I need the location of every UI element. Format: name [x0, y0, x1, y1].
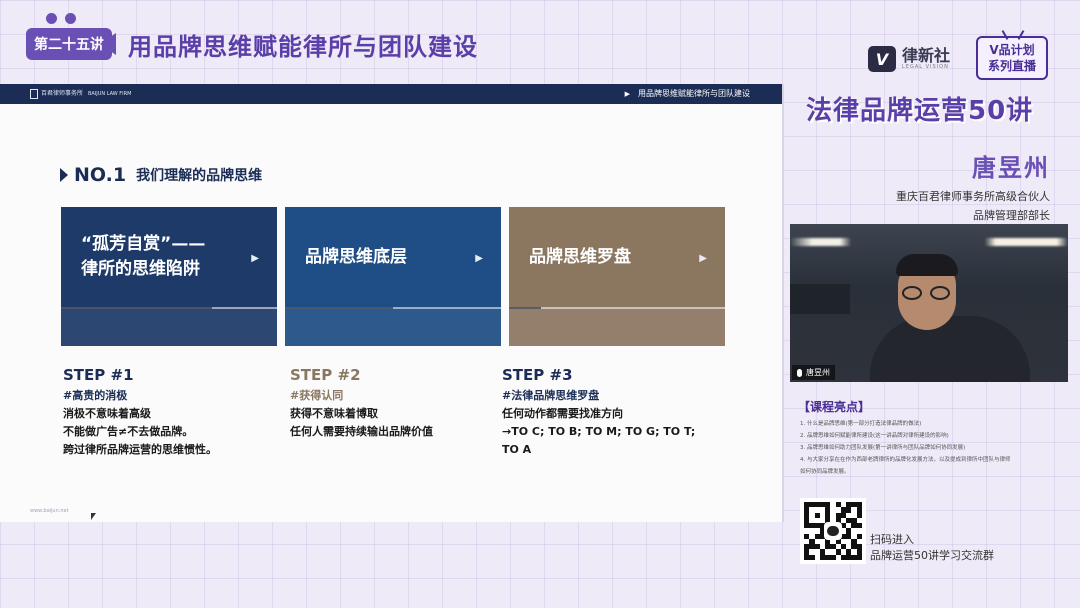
card-footer-band — [61, 309, 277, 346]
brand-subtitle: LEGAL VISION — [902, 64, 949, 70]
tv-antenna-icon — [1017, 30, 1025, 40]
card-line-1: 品牌思维罗盘 — [529, 246, 631, 267]
highlights-list: 1. 什么是品牌思维(第一部分打造法律品牌的做法) 2. 品牌思维如何赋能律所建… — [800, 418, 1070, 478]
vplan-line-2: 系列直播 — [987, 59, 1036, 73]
step-heading: #法律品牌思维罗盘 — [502, 389, 600, 402]
video-person-glasses — [902, 286, 954, 300]
highlight-item: 2. 品牌思维如何赋能律所建设(这一讲品牌对律所建设的影响) — [800, 433, 949, 439]
highlight-item: 1. 什么是品牌思维(第一部分打造法律品牌的做法) — [800, 421, 922, 427]
step-line: 不能做广告≠不去做品牌。 — [63, 425, 194, 438]
camera-decor-dot — [65, 13, 76, 24]
card-progress-track — [61, 307, 277, 309]
brand-name: 律新社 — [902, 46, 951, 65]
video-ceiling-lights — [790, 238, 1068, 246]
firm-logo-icon — [30, 88, 38, 99]
speaker-title-1: 重庆百君律师事务所高级合伙人 — [896, 190, 1050, 203]
highlight-item: 4. 与大家分享在在作为西部老牌律所的品牌化发展方法，以及提成到律所中团队与律师 — [800, 457, 1011, 463]
video-person-hair — [896, 254, 958, 276]
tv-antenna-icon — [1001, 30, 1009, 40]
card-line-1: 品牌思维底层 — [305, 246, 407, 267]
step-line: →TO C; TO B; TO M; TO G; TO T; TO A — [502, 425, 696, 456]
slide-breadcrumb-text: 用品牌思维赋能律所与团队建设 — [638, 89, 750, 98]
qr-caption: 扫码进入 品牌运营50讲学习交流群 — [870, 532, 994, 564]
highlight-item: 3. 品牌思维如何助力团队发展(第一讲律所与团队品牌如何协同发展) — [800, 445, 966, 451]
card-line-2: 律所的思维陷阱 — [81, 259, 200, 279]
step-line: 消极不意味着高级 — [63, 407, 151, 420]
speaker-name: 唐昱州 — [972, 154, 1050, 182]
highlight-item: 如何协同品牌发展。 — [800, 469, 850, 475]
speaker-title-2: 品牌管理部部长 — [973, 209, 1050, 222]
camera-decor-dot — [46, 13, 57, 24]
chevron-right-icon: ▶ — [251, 253, 259, 264]
slide-url: www.baijun.net — [30, 508, 69, 514]
concept-card-foundation: 品牌思维底层 ▶ — [285, 207, 501, 346]
step-line: 任何动作都需要找准方向 — [502, 407, 623, 420]
vplan-line-1: V品计划 — [989, 43, 1035, 57]
card-label: 品牌思维底层 — [305, 207, 407, 307]
card-progress-fill — [61, 307, 213, 309]
step-label: STEP #3 — [502, 366, 573, 384]
step-block-3: STEP #3 #法律品牌思维罗盘 任何动作都需要找准方向 →TO C; TO … — [502, 366, 712, 459]
mouse-cursor-icon — [91, 513, 96, 520]
video-background-shelf — [790, 284, 850, 314]
card-progress-fill — [285, 307, 393, 309]
play-arrow-icon: ▶ — [624, 90, 630, 98]
speaker-video[interactable]: 唐昱州 — [790, 224, 1068, 382]
step-line: 跨过律所品牌运营的思维惯性。 — [63, 443, 217, 456]
card-progress-track — [509, 307, 725, 309]
vplan-tv-badge: V品计划 系列直播 — [976, 30, 1048, 80]
section-heading: NO.1 我们理解的品牌思维 — [60, 164, 262, 186]
step-label: STEP #1 — [63, 366, 134, 384]
card-label: “孤芳自赏”—— 律所的思维陷阱 — [81, 207, 205, 307]
chevron-right-icon: ▶ — [475, 253, 483, 264]
card-footer-band — [285, 309, 501, 346]
card-progress-track — [285, 307, 501, 309]
section-title: 我们理解的品牌思维 — [136, 168, 263, 184]
microphone-icon — [797, 368, 802, 377]
video-person-body — [870, 316, 1030, 382]
presentation-slide: 百君律师事务所 BAIJUN LAW FIRM ▶ 用品牌思维赋能律所与团队建设 … — [0, 84, 784, 522]
qr-caption-line-2: 品牌运营50讲学习交流群 — [870, 549, 994, 562]
video-name-text: 唐昱州 — [806, 368, 830, 377]
wechat-icon — [824, 522, 842, 540]
brand-logo: V 律新社 LEGAL VISION — [868, 46, 950, 72]
section-number: NO.1 — [74, 164, 127, 186]
step-heading: #获得认同 — [290, 389, 344, 402]
step-block-1: STEP #1 #高贵的消极 消极不意味着高级 不能做广告≠不去做品牌。 跨过律… — [63, 366, 273, 459]
step-heading: #高贵的消极 — [63, 389, 128, 402]
card-line-1: “孤芳自赏”—— — [81, 234, 206, 254]
triangle-bullet-icon — [60, 168, 68, 182]
slide-breadcrumb: ▶ 用品牌思维赋能律所与团队建设 — [625, 88, 750, 99]
slide-logo-text: 百君律师事务所 — [41, 90, 84, 97]
chevron-right-icon: ▶ — [699, 253, 707, 264]
highlights-title: 【课程亮点】 — [798, 400, 871, 414]
slide-logo-sub: BAIJUN LAW FIRM — [87, 91, 132, 97]
step-line: 任何人需要持续输出品牌价值 — [290, 425, 433, 438]
card-progress-fill — [509, 307, 542, 309]
series-title: 法律品牌运营50讲 — [806, 96, 1034, 126]
step-line: 获得不意味着博取 — [290, 407, 378, 420]
step-block-2: STEP #2 #获得认同 获得不意味着博取 任何人需要持续输出品牌价值 — [290, 366, 500, 441]
slide-top-bar: 百君律师事务所 BAIJUN LAW FIRM ▶ 用品牌思维赋能律所与团队建设 — [0, 84, 782, 104]
step-label: STEP #2 — [290, 366, 361, 384]
lecture-title: 用品牌思维赋能律所与团队建设 — [128, 33, 478, 61]
concept-card-compass: 品牌思维罗盘 ▶ — [509, 207, 725, 346]
card-footer-band — [509, 309, 725, 346]
camera-icon — [100, 33, 116, 55]
qr-caption-line-1: 扫码进入 — [870, 533, 914, 546]
concept-card-trap: “孤芳自赏”—— 律所的思维陷阱 ▶ — [61, 207, 277, 346]
video-name-label: 唐昱州 — [792, 365, 835, 380]
legal-vision-logo-icon: V — [868, 46, 896, 72]
card-label: 品牌思维罗盘 — [529, 207, 631, 307]
qr-cell — [856, 554, 862, 560]
slide-logo: 百君律师事务所 BAIJUN LAW FIRM — [30, 88, 131, 99]
